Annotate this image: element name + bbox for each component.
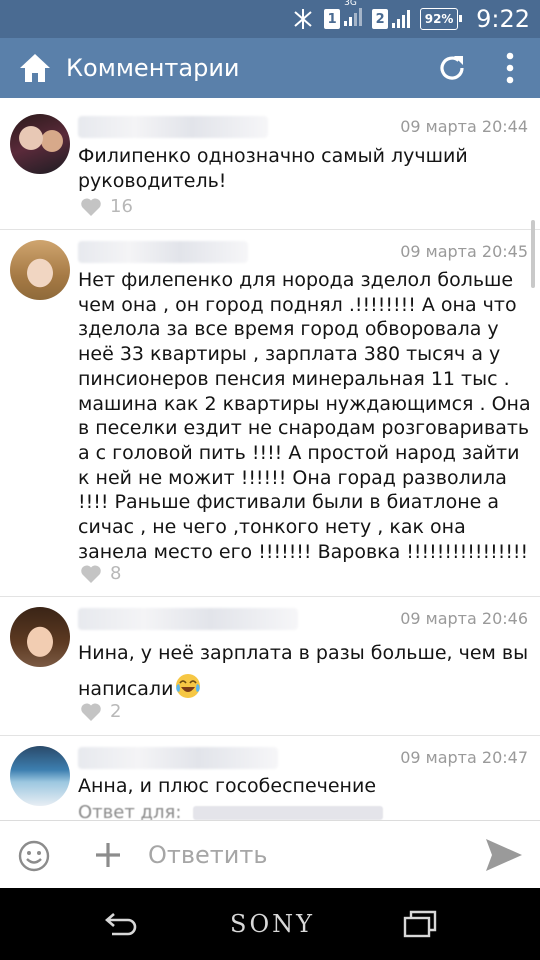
- like-count: 16: [110, 196, 133, 217]
- sim2-signal: 2: [372, 9, 412, 29]
- network-type: 3G: [344, 0, 357, 8]
- author-name-blurred[interactable]: [78, 116, 268, 138]
- brand-logo: SONY: [230, 910, 315, 938]
- smiley-icon[interactable]: [18, 840, 50, 872]
- system-nav-bar: SONY: [0, 888, 540, 960]
- heart-icon: [81, 197, 101, 216]
- comment-text: Филипенко однозначно самый лучший руково…: [78, 145, 468, 192]
- comment-text-body: Нина, у неё зарплата в разы больше, чем …: [78, 642, 529, 700]
- refresh-icon[interactable]: [436, 52, 468, 84]
- page-title: Комментарии: [66, 54, 240, 82]
- comment-text: Нет филепенко для норода зделол больше ч…: [78, 269, 531, 563]
- bluetooth-icon: [290, 7, 316, 31]
- signal-bars-icon: [344, 8, 364, 26]
- sim2-icon: 2: [372, 9, 389, 29]
- like-button[interactable]: 2: [80, 701, 121, 722]
- author-name-blurred[interactable]: [78, 241, 248, 263]
- like-count: 8: [110, 563, 122, 584]
- status-bar: 1 3G 2 92% 9:22: [0, 0, 540, 38]
- author-name-blurred[interactable]: [78, 608, 298, 630]
- plus-icon[interactable]: [94, 841, 122, 869]
- comment-item: 09 марта 20:44 Филипенко однозначно самы…: [0, 98, 540, 230]
- comment-text: Нина, у неё зарплата в разы больше, чем …: [78, 635, 533, 707]
- more-vert-icon[interactable]: [500, 50, 520, 86]
- comment-date: 09 марта 20:44: [400, 117, 528, 136]
- author-name-blurred[interactable]: [78, 747, 278, 769]
- avatar[interactable]: [10, 240, 70, 300]
- app-bar: Комментарии: [0, 38, 540, 98]
- comment-date: 09 марта 20:45: [400, 242, 528, 261]
- reply-bar: Ответить: [0, 820, 540, 889]
- tears-of-joy-icon: [176, 674, 201, 698]
- heart-icon: [81, 702, 101, 721]
- comment-item: 09 марта 20:46 Нина, у неё зарплата в ра…: [0, 597, 540, 736]
- recent-apps-icon[interactable]: [402, 908, 438, 940]
- avatar[interactable]: [10, 746, 70, 806]
- sim1-signal: 1 3G: [324, 0, 364, 30]
- sim1-icon: 1: [324, 9, 341, 29]
- back-icon[interactable]: [104, 910, 138, 938]
- clock: 9:22: [476, 5, 530, 33]
- comment-date: 09 марта 20:46: [400, 609, 528, 628]
- like-count: 2: [110, 701, 122, 722]
- reply-prefix: Ответ для:: [78, 802, 182, 820]
- signal-bars-icon: [392, 10, 412, 28]
- like-button[interactable]: 16: [80, 196, 133, 217]
- reply-to-label: Ответ для:: [78, 802, 384, 820]
- avatar[interactable]: [10, 114, 70, 174]
- like-button[interactable]: 8: [80, 563, 121, 584]
- comment-date: 09 марта 20:47: [400, 748, 528, 767]
- battery-indicator: 92%: [420, 8, 463, 30]
- reply-input[interactable]: Ответить: [148, 841, 267, 869]
- comment-item: 09 марта 20:47 Анна, и плюс гособеспечен…: [0, 736, 540, 820]
- comment-text: Анна, и плюс гособеспечение: [78, 775, 377, 797]
- comments-list[interactable]: 09 марта 20:44 Филипенко однозначно самы…: [0, 98, 540, 820]
- scrollbar[interactable]: [531, 220, 535, 288]
- comment-item: 09 марта 20:45 Нет филепенко для норода …: [0, 230, 540, 597]
- avatar[interactable]: [10, 607, 70, 667]
- home-icon[interactable]: [18, 51, 52, 85]
- reply-target-blurred: [193, 806, 384, 820]
- send-icon[interactable]: [484, 837, 524, 873]
- heart-icon: [81, 564, 101, 583]
